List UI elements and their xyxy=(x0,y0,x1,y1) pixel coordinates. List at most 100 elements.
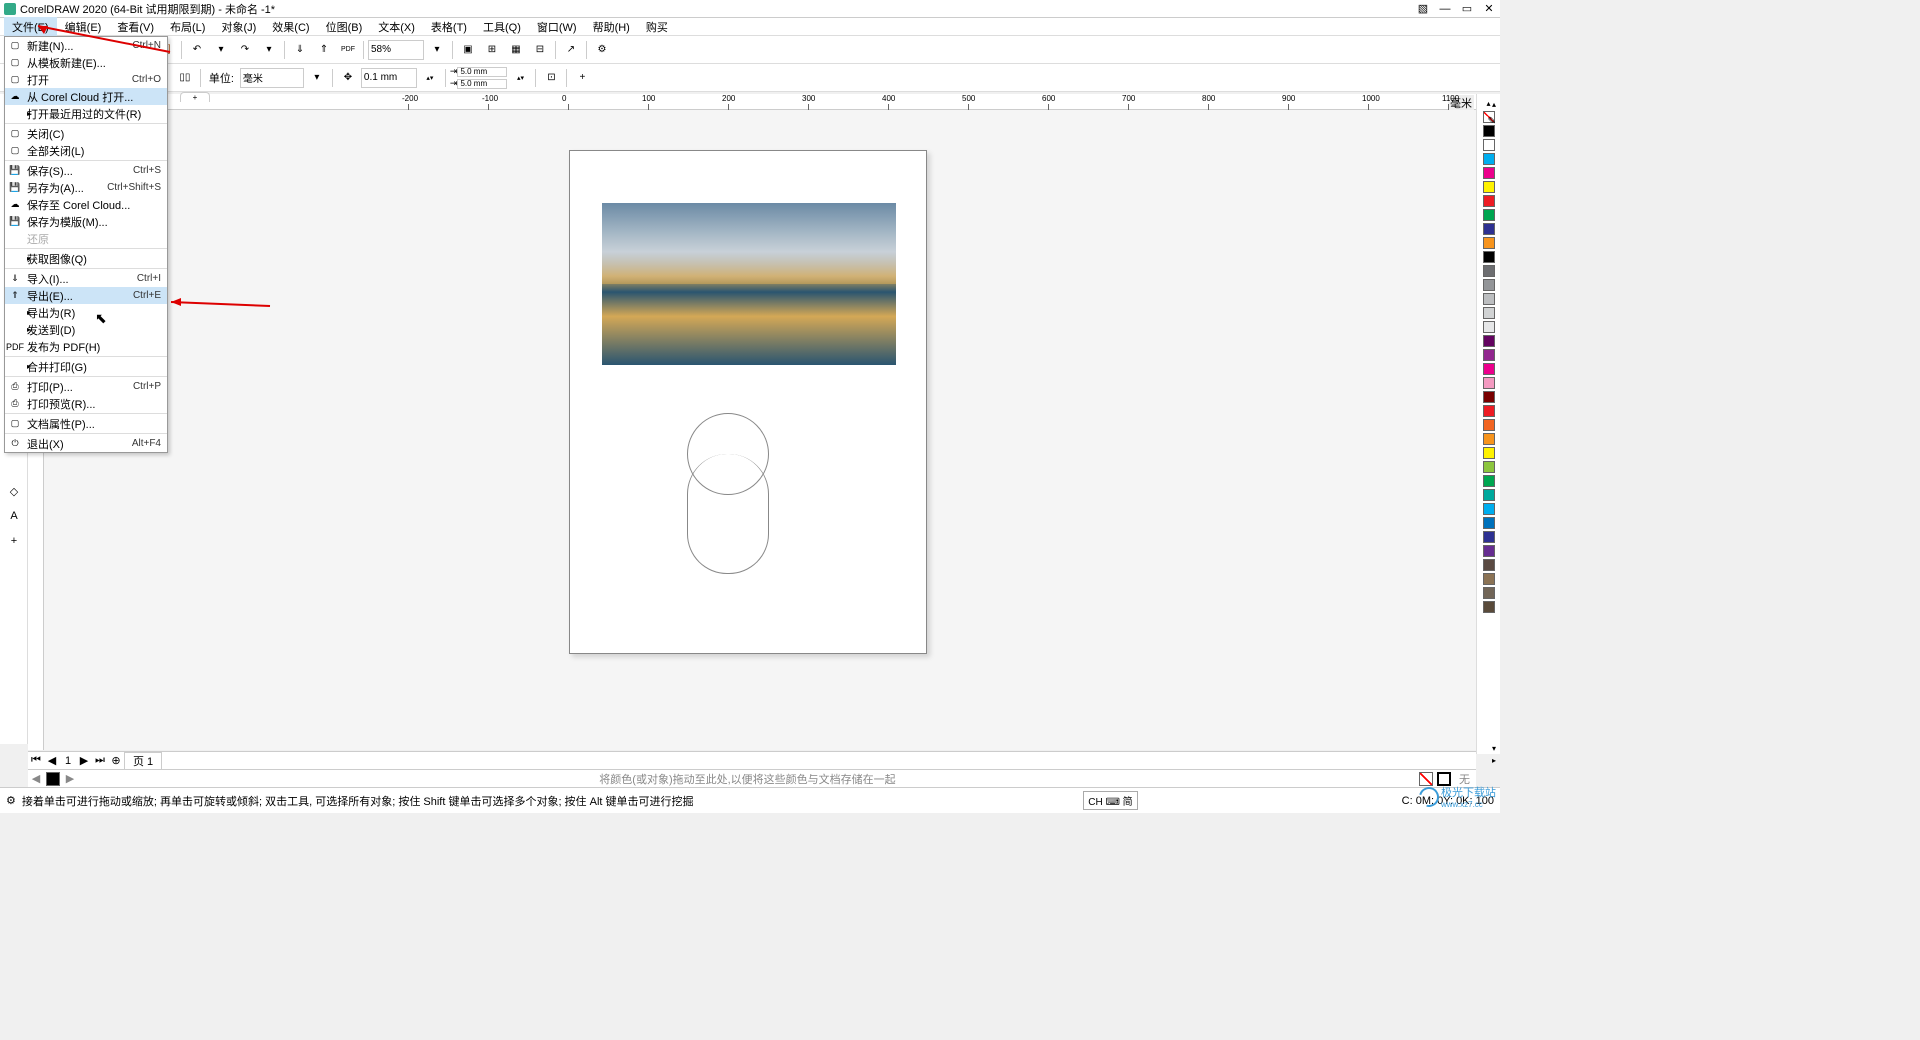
file-menu-item-30[interactable]: ⏻退出(X)Alt+F4 xyxy=(5,435,167,452)
color-swatch[interactable] xyxy=(1483,223,1495,235)
prev-page-icon[interactable]: ◀ xyxy=(44,753,60,769)
color-swatch[interactable] xyxy=(1483,181,1495,193)
palette-menu-icon[interactable]: ▸ xyxy=(1492,756,1496,765)
rounded-rect-shape[interactable] xyxy=(687,454,769,574)
redo-drop-icon[interactable]: ▾ xyxy=(258,39,280,61)
file-menu-item-19[interactable]: 导出为(R)▸ xyxy=(5,304,167,321)
help-button[interactable]: ▧ xyxy=(1416,2,1430,16)
close-button[interactable]: ✕ xyxy=(1482,2,1496,16)
file-menu-item-1[interactable]: ▢从模板新建(E)... xyxy=(5,54,167,71)
treat-icon[interactable]: ⊡ xyxy=(540,67,562,89)
file-menu-item-4[interactable]: 打开最近用过的文件(R)▸ xyxy=(5,105,167,122)
color-swatch[interactable] xyxy=(1483,517,1495,529)
palette-down-icon[interactable]: ▾ xyxy=(1492,744,1496,753)
color-swatch[interactable] xyxy=(1483,251,1495,263)
launch-icon[interactable]: ↗ xyxy=(560,39,582,61)
color-swatch[interactable] xyxy=(1483,391,1495,403)
import-icon[interactable]: ⇓ xyxy=(289,39,311,61)
pdf-icon[interactable]: PDF xyxy=(337,39,359,61)
options-icon[interactable]: ⚙ xyxy=(591,39,613,61)
canvas[interactable] xyxy=(44,110,1476,750)
color-swatch[interactable] xyxy=(1483,307,1495,319)
menu-8[interactable]: 表格(T) xyxy=(423,17,475,37)
page-tab-1[interactable]: 页 1 xyxy=(124,752,162,770)
doc-color-well[interactable] xyxy=(46,772,60,786)
color-swatch[interactable] xyxy=(1483,237,1495,249)
color-swatch[interactable] xyxy=(1483,405,1495,417)
file-menu-item-17[interactable]: ⇓导入(I)...Ctrl+I xyxy=(5,270,167,287)
paint-tool-icon[interactable]: ◇ xyxy=(1,479,27,503)
color-swatch[interactable] xyxy=(1483,335,1495,347)
facing-icon[interactable]: ▯▯ xyxy=(174,67,196,89)
eyedrop-icon[interactable]: ✎ xyxy=(1488,116,1496,127)
color-swatch[interactable] xyxy=(1483,293,1495,305)
file-menu-item-12[interactable]: 💾保存为模版(M)... xyxy=(5,213,167,230)
color-swatch[interactable] xyxy=(1483,279,1495,291)
file-menu-item-10[interactable]: 💾另存为(A)...Ctrl+Shift+S xyxy=(5,179,167,196)
nudge-input[interactable] xyxy=(361,68,417,88)
file-menu-item-18[interactable]: ⇑导出(E)...Ctrl+E xyxy=(5,287,167,304)
color-swatch[interactable] xyxy=(1483,461,1495,473)
tab-add-icon[interactable]: + xyxy=(180,92,210,102)
color-swatch[interactable] xyxy=(1483,503,1495,515)
color-swatch[interactable] xyxy=(1483,587,1495,599)
color-swatch[interactable] xyxy=(1483,601,1495,613)
color-swatch[interactable] xyxy=(1483,545,1495,557)
menu-9[interactable]: 工具(Q) xyxy=(475,17,529,37)
menu-1[interactable]: 编辑(E) xyxy=(57,17,110,37)
menu-5[interactable]: 效果(C) xyxy=(264,17,317,37)
add-page-icon[interactable]: ⊕ xyxy=(108,753,124,769)
color-swatch[interactable] xyxy=(1483,531,1495,543)
unit-select[interactable] xyxy=(240,68,304,88)
color-swatch[interactable] xyxy=(1483,209,1495,221)
dup-spin-icon[interactable]: ▴▾ xyxy=(509,67,531,89)
grid-icon[interactable]: ▦ xyxy=(505,39,527,61)
text-tool-icon[interactable]: A xyxy=(1,504,27,528)
last-page-icon[interactable]: ⏭ xyxy=(92,753,108,769)
file-menu-item-7[interactable]: ▢全部关闭(L) xyxy=(5,142,167,159)
color-swatch[interactable] xyxy=(1483,363,1495,375)
color-swatch[interactable] xyxy=(1483,139,1495,151)
color-swatch[interactable] xyxy=(1483,153,1495,165)
first-page-icon[interactable]: ⏮ xyxy=(28,753,44,769)
dup-x-input[interactable] xyxy=(457,67,507,77)
color-swatch[interactable] xyxy=(1483,447,1495,459)
file-menu-item-6[interactable]: ▢关闭(C) xyxy=(5,125,167,142)
file-menu-item-26[interactable]: ⎙打印预览(R)... xyxy=(5,395,167,412)
menu-10[interactable]: 窗口(W) xyxy=(529,17,585,37)
color-swatch[interactable] xyxy=(1483,349,1495,361)
file-menu-item-0[interactable]: ▢新建(N)...Ctrl+N xyxy=(5,37,167,54)
ime-indicator[interactable]: CH ⌨ 简 xyxy=(1083,791,1137,810)
color-swatch[interactable] xyxy=(1483,475,1495,487)
undo-icon[interactable]: ↶ xyxy=(186,39,208,61)
zoom-drop-icon[interactable]: ▾ xyxy=(426,39,448,61)
file-menu-item-23[interactable]: 合并打印(G)▸ xyxy=(5,358,167,375)
menu-3[interactable]: 布局(L) xyxy=(162,17,213,37)
color-swatch[interactable] xyxy=(1483,489,1495,501)
menu-0[interactable]: 文件(E) xyxy=(4,17,57,37)
hint-left-icon[interactable]: ◀ xyxy=(28,771,44,787)
file-menu-item-3[interactable]: ☁从 Corel Cloud 打开... xyxy=(5,88,167,105)
file-menu-item-20[interactable]: 发送到(D)▸ xyxy=(5,321,167,338)
menu-6[interactable]: 位图(B) xyxy=(318,17,371,37)
color-swatch[interactable] xyxy=(1483,321,1495,333)
maximize-button[interactable]: ▭ xyxy=(1460,2,1474,16)
scroll-up-icon[interactable]: ▴ xyxy=(1492,100,1496,109)
undo-drop-icon[interactable]: ▾ xyxy=(210,39,232,61)
menu-4[interactable]: 对象(J) xyxy=(213,17,264,37)
hint-right-icon[interactable]: ▶ xyxy=(62,771,78,787)
export-icon[interactable]: ⇑ xyxy=(313,39,335,61)
minimize-button[interactable]: — xyxy=(1438,2,1452,16)
color-swatch[interactable] xyxy=(1483,195,1495,207)
color-swatch[interactable] xyxy=(1483,573,1495,585)
menu-7[interactable]: 文本(X) xyxy=(370,17,423,37)
unit-drop-icon[interactable]: ▾ xyxy=(306,67,328,89)
color-swatch[interactable] xyxy=(1483,167,1495,179)
file-menu-item-15[interactable]: 获取图像(Q)▸ xyxy=(5,250,167,267)
nudge-icon[interactable]: ✥ xyxy=(337,67,359,89)
dup-y-input[interactable] xyxy=(457,79,507,89)
fullscreen-icon[interactable]: ▣ xyxy=(457,39,479,61)
color-swatch[interactable] xyxy=(1483,377,1495,389)
color-swatch[interactable] xyxy=(1483,419,1495,431)
file-menu-item-9[interactable]: 💾保存(S)...Ctrl+S xyxy=(5,162,167,179)
